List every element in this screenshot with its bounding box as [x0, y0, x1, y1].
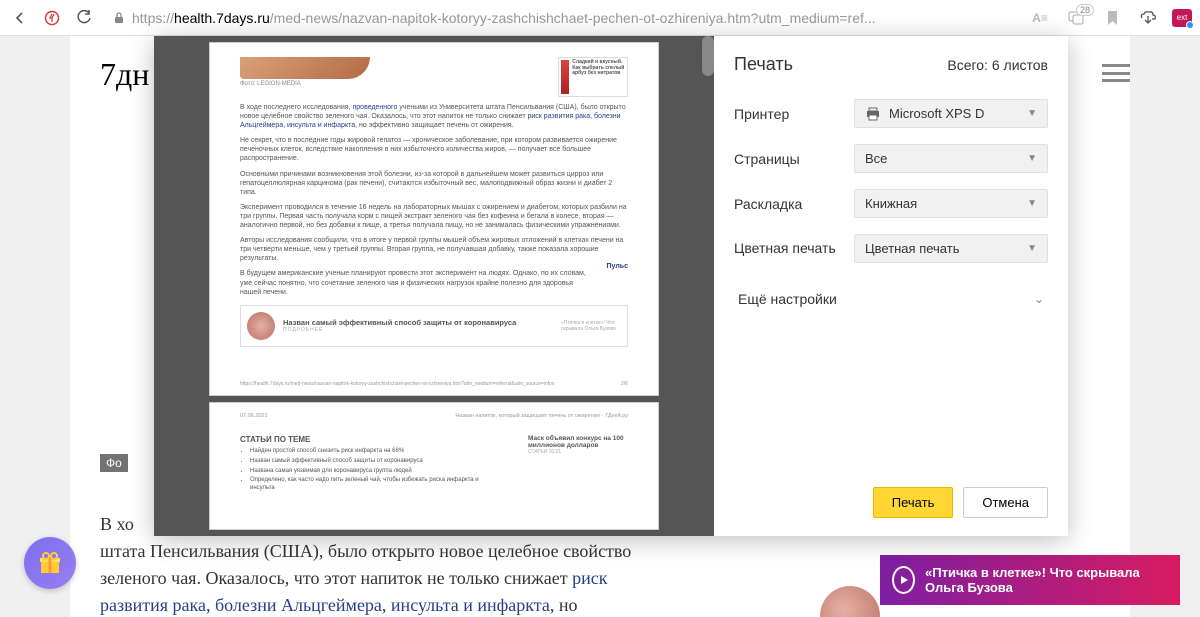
color-value: Цветная печать [865, 241, 959, 256]
color-label: Цветная печать [734, 240, 854, 257]
pages-select[interactable]: Все ▼ [854, 144, 1048, 173]
chevron-down-icon: ▼ [1027, 108, 1037, 119]
preview-hero-image [240, 57, 370, 79]
promo-text: «Птичка в клетке»! Что скрывала Ольга Бу… [925, 565, 1168, 595]
print-settings-pane: Печать Всего: 6 листов Принтер Microsoft… [714, 36, 1068, 536]
printer-icon [865, 107, 881, 121]
extension-icon[interactable]: ext [1172, 9, 1192, 27]
print-dialog-title: Печать [734, 54, 793, 75]
browser-toolbar: https://health.7days.ru/med-news/nazvan-… [0, 0, 1200, 36]
pages-value: Все [865, 151, 887, 166]
preview-side-card: Сладкий и вкусный. Как выбрать спелый ар… [558, 57, 628, 97]
url-bar[interactable]: https://health.7days.ru/med-news/nazvan-… [104, 10, 1020, 26]
tab-count-badge: 28 [1076, 4, 1094, 16]
preview-pulse-link: Пульс [607, 263, 628, 296]
print-total-sheets: Всего: 6 листов [947, 57, 1048, 73]
more-settings-label: Ещё настройки [738, 291, 837, 307]
play-icon [892, 566, 915, 594]
back-button[interactable] [8, 6, 32, 30]
chevron-down-icon: ▼ [1027, 198, 1037, 209]
lock-icon [112, 11, 126, 25]
printer-select[interactable]: Microsoft XPS D ▼ [854, 99, 1048, 128]
yandex-home-button[interactable] [40, 6, 64, 30]
reader-mode-icon[interactable]: A≡ [1028, 6, 1052, 30]
menu-burger-icon[interactable] [1102, 64, 1130, 82]
color-select[interactable]: Цветная печать ▼ [854, 234, 1048, 263]
print-dialog: Фото: LEGION-MEDIA Сладкий и вкусный. Ка… [154, 36, 1068, 536]
layout-label: Раскладка [734, 196, 854, 212]
chevron-down-icon: ▼ [1027, 153, 1037, 164]
layout-select[interactable]: Книжная ▼ [854, 189, 1048, 218]
chevron-down-icon: ⌄ [1034, 292, 1044, 306]
layout-value: Книжная [865, 196, 917, 211]
chevron-down-icon: ▼ [1027, 243, 1037, 254]
printer-label: Принтер [734, 106, 854, 122]
translate-icon[interactable]: 28 [1064, 6, 1088, 30]
preview-related-list: Найден простой способ снизить риск инфар… [250, 448, 498, 493]
link-stroke[interactable]: инсульта и инфаркта [391, 595, 550, 615]
print-preview-pane[interactable]: Фото: LEGION-MEDIA Сладкий и вкусный. Ка… [154, 36, 714, 536]
preview-page-3: 07.06.2021Назван напиток, который защища… [209, 402, 659, 530]
preview-image-caption: Фото: LEGION-MEDIA [240, 81, 548, 87]
more-settings-toggle[interactable]: Ещё настройки ⌄ [734, 283, 1048, 315]
printer-value: Microsoft XPS D [889, 106, 984, 121]
url-text: https://health.7days.ru/med-news/nazvan-… [132, 10, 876, 26]
sidebar-thumbnail [820, 586, 880, 617]
preview-page-2: Фото: LEGION-MEDIA Сладкий и вкусный. Ка… [209, 42, 659, 396]
bookmark-icon[interactable] [1100, 6, 1124, 30]
preview-related-card: Назван самый эффективный способ защиты о… [240, 305, 628, 347]
preview-scrollbar[interactable] [702, 36, 714, 76]
downloads-icon[interactable] [1136, 6, 1160, 30]
link-alzheimer[interactable]: болезни Альцгеймера [215, 595, 382, 615]
photo-caption: Фо [100, 454, 128, 472]
cancel-button[interactable]: Отмена [963, 487, 1048, 518]
gift-bubble[interactable] [24, 537, 76, 589]
pages-label: Страницы [734, 151, 854, 167]
print-button[interactable]: Печать [873, 487, 954, 518]
reload-button[interactable] [72, 6, 96, 30]
video-promo-banner[interactable]: «Птичка в клетке»! Что скрывала Ольга Бу… [880, 555, 1180, 605]
